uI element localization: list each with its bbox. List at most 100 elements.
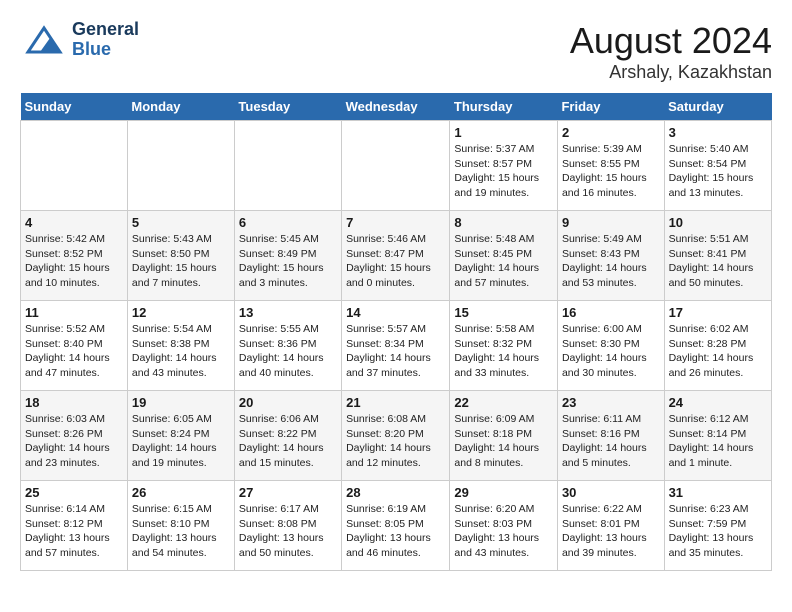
calendar-body: 1 Sunrise: 5:37 AM Sunset: 8:57 PM Daylig… (21, 121, 772, 571)
day-number: 8 (454, 215, 553, 230)
day-number: 4 (25, 215, 123, 230)
day-info: Sunrise: 6:14 AM Sunset: 8:12 PM Dayligh… (25, 502, 123, 561)
day-info: Sunrise: 5:51 AM Sunset: 8:41 PM Dayligh… (669, 232, 767, 291)
day-number: 16 (562, 305, 660, 320)
day-info: Sunrise: 5:43 AM Sunset: 8:50 PM Dayligh… (132, 232, 230, 291)
calendar-cell (342, 121, 450, 211)
day-number: 9 (562, 215, 660, 230)
day-header-saturday: Saturday (664, 93, 771, 121)
calendar-cell (21, 121, 128, 211)
day-number: 6 (239, 215, 337, 230)
calendar-cell: 11 Sunrise: 5:52 AM Sunset: 8:40 PM Dayli… (21, 301, 128, 391)
calendar-cell: 15Sunrise: 5:58 AM Sunset: 8:32 PM Dayli… (450, 301, 558, 391)
day-info: Sunrise: 5:45 AM Sunset: 8:49 PM Dayligh… (239, 232, 337, 291)
logo-text: General Blue (72, 20, 139, 60)
day-number: 28 (346, 485, 445, 500)
calendar-cell: 12Sunrise: 5:54 AM Sunset: 8:38 PM Dayli… (127, 301, 234, 391)
day-number: 5 (132, 215, 230, 230)
calendar-cell: 14Sunrise: 5:57 AM Sunset: 8:34 PM Dayli… (342, 301, 450, 391)
week-row-3: 11 Sunrise: 5:52 AM Sunset: 8:40 PM Dayli… (21, 301, 772, 391)
calendar-cell: 9 Sunrise: 5:49 AM Sunset: 8:43 PM Daylig… (557, 211, 664, 301)
day-number: 31 (669, 485, 767, 500)
calendar-cell: 26 Sunrise: 6:15 AM Sunset: 8:10 PM Dayli… (127, 481, 234, 571)
day-header-tuesday: Tuesday (234, 93, 341, 121)
day-number: 17 (669, 305, 767, 320)
day-info: Sunrise: 5:49 AM Sunset: 8:43 PM Dayligh… (562, 232, 660, 291)
calendar-cell: 20Sunrise: 6:06 AM Sunset: 8:22 PM Dayli… (234, 391, 341, 481)
day-number: 15 (454, 305, 553, 320)
day-number: 27 (239, 485, 337, 500)
logo-icon (20, 20, 68, 60)
day-info: Sunrise: 5:57 AM Sunset: 8:34 PM Dayligh… (346, 322, 445, 381)
day-number: 29 (454, 485, 553, 500)
logo: General Blue (20, 20, 139, 60)
calendar-cell: 27 Sunrise: 6:17 AM Sunset: 8:08 PM Dayli… (234, 481, 341, 571)
day-info: Sunrise: 6:00 AM Sunset: 8:30 PM Dayligh… (562, 322, 660, 381)
day-info: Sunrise: 6:08 AM Sunset: 8:20 PM Dayligh… (346, 412, 445, 471)
day-info: Sunrise: 6:23 AM Sunset: 7:59 PM Dayligh… (669, 502, 767, 561)
day-header-monday: Monday (127, 93, 234, 121)
day-info: Sunrise: 5:52 AM Sunset: 8:40 PM Dayligh… (25, 322, 123, 381)
day-info: Sunrise: 5:46 AM Sunset: 8:47 PM Dayligh… (346, 232, 445, 291)
title-block: August 2024 Arshaly, Kazakhstan (570, 20, 772, 83)
calendar-subtitle: Arshaly, Kazakhstan (570, 62, 772, 83)
calendar-cell: 30 Sunrise: 6:22 AM Sunset: 8:01 PM Dayli… (557, 481, 664, 571)
calendar-cell: 6 Sunrise: 5:45 AM Sunset: 8:49 PM Daylig… (234, 211, 341, 301)
day-number: 21 (346, 395, 445, 410)
calendar-cell: 25 Sunrise: 6:14 AM Sunset: 8:12 PM Dayli… (21, 481, 128, 571)
day-number: 1 (454, 125, 553, 140)
calendar-cell: 8Sunrise: 5:48 AM Sunset: 8:45 PM Daylig… (450, 211, 558, 301)
calendar-cell: 13Sunrise: 5:55 AM Sunset: 8:36 PM Dayli… (234, 301, 341, 391)
day-info: Sunrise: 6:02 AM Sunset: 8:28 PM Dayligh… (669, 322, 767, 381)
day-number: 2 (562, 125, 660, 140)
calendar-cell: 1 Sunrise: 5:37 AM Sunset: 8:57 PM Daylig… (450, 121, 558, 211)
logo-blue: Blue (72, 40, 139, 60)
day-header-sunday: Sunday (21, 93, 128, 121)
day-info: Sunrise: 6:15 AM Sunset: 8:10 PM Dayligh… (132, 502, 230, 561)
day-info: Sunrise: 6:03 AM Sunset: 8:26 PM Dayligh… (25, 412, 123, 471)
calendar-cell: 19 Sunrise: 6:05 AM Sunset: 8:24 PM Dayli… (127, 391, 234, 481)
day-info: Sunrise: 6:06 AM Sunset: 8:22 PM Dayligh… (239, 412, 337, 471)
logo-general: General (72, 20, 139, 40)
day-number: 25 (25, 485, 123, 500)
day-info: Sunrise: 6:05 AM Sunset: 8:24 PM Dayligh… (132, 412, 230, 471)
day-number: 26 (132, 485, 230, 500)
day-number: 11 (25, 305, 123, 320)
day-number: 23 (562, 395, 660, 410)
day-info: Sunrise: 6:12 AM Sunset: 8:14 PM Dayligh… (669, 412, 767, 471)
calendar-cell: 22Sunrise: 6:09 AM Sunset: 8:18 PM Dayli… (450, 391, 558, 481)
calendar-cell: 7Sunrise: 5:46 AM Sunset: 8:47 PM Daylig… (342, 211, 450, 301)
day-info: Sunrise: 6:09 AM Sunset: 8:18 PM Dayligh… (454, 412, 553, 471)
calendar-cell: 16 Sunrise: 6:00 AM Sunset: 8:30 PM Dayli… (557, 301, 664, 391)
calendar-cell: 2 Sunrise: 5:39 AM Sunset: 8:55 PM Daylig… (557, 121, 664, 211)
calendar-cell: 31 Sunrise: 6:23 AM Sunset: 7:59 PM Dayli… (664, 481, 771, 571)
day-header-thursday: Thursday (450, 93, 558, 121)
day-header-row: SundayMondayTuesdayWednesdayThursdayFrid… (21, 93, 772, 121)
day-number: 24 (669, 395, 767, 410)
day-info: Sunrise: 6:19 AM Sunset: 8:05 PM Dayligh… (346, 502, 445, 561)
day-info: Sunrise: 5:42 AM Sunset: 8:52 PM Dayligh… (25, 232, 123, 291)
day-info: Sunrise: 6:22 AM Sunset: 8:01 PM Dayligh… (562, 502, 660, 561)
calendar-cell: 3Sunrise: 5:40 AM Sunset: 8:54 PM Daylig… (664, 121, 771, 211)
calendar-cell: 18 Sunrise: 6:03 AM Sunset: 8:26 PM Dayli… (21, 391, 128, 481)
week-row-5: 25 Sunrise: 6:14 AM Sunset: 8:12 PM Dayli… (21, 481, 772, 571)
day-header-friday: Friday (557, 93, 664, 121)
week-row-4: 18 Sunrise: 6:03 AM Sunset: 8:26 PM Dayli… (21, 391, 772, 481)
day-number: 3 (669, 125, 767, 140)
day-info: Sunrise: 5:39 AM Sunset: 8:55 PM Dayligh… (562, 142, 660, 201)
day-info: Sunrise: 6:17 AM Sunset: 8:08 PM Dayligh… (239, 502, 337, 561)
day-number: 13 (239, 305, 337, 320)
week-row-2: 4 Sunrise: 5:42 AM Sunset: 8:52 PM Daylig… (21, 211, 772, 301)
day-info: Sunrise: 6:20 AM Sunset: 8:03 PM Dayligh… (454, 502, 553, 561)
day-info: Sunrise: 5:37 AM Sunset: 8:57 PM Dayligh… (454, 142, 553, 201)
calendar-table: SundayMondayTuesdayWednesdayThursdayFrid… (20, 93, 772, 571)
calendar-cell (127, 121, 234, 211)
day-info: Sunrise: 6:11 AM Sunset: 8:16 PM Dayligh… (562, 412, 660, 471)
calendar-cell (234, 121, 341, 211)
day-number: 30 (562, 485, 660, 500)
day-number: 18 (25, 395, 123, 410)
week-row-1: 1 Sunrise: 5:37 AM Sunset: 8:57 PM Daylig… (21, 121, 772, 211)
day-header-wednesday: Wednesday (342, 93, 450, 121)
day-number: 10 (669, 215, 767, 230)
day-number: 19 (132, 395, 230, 410)
